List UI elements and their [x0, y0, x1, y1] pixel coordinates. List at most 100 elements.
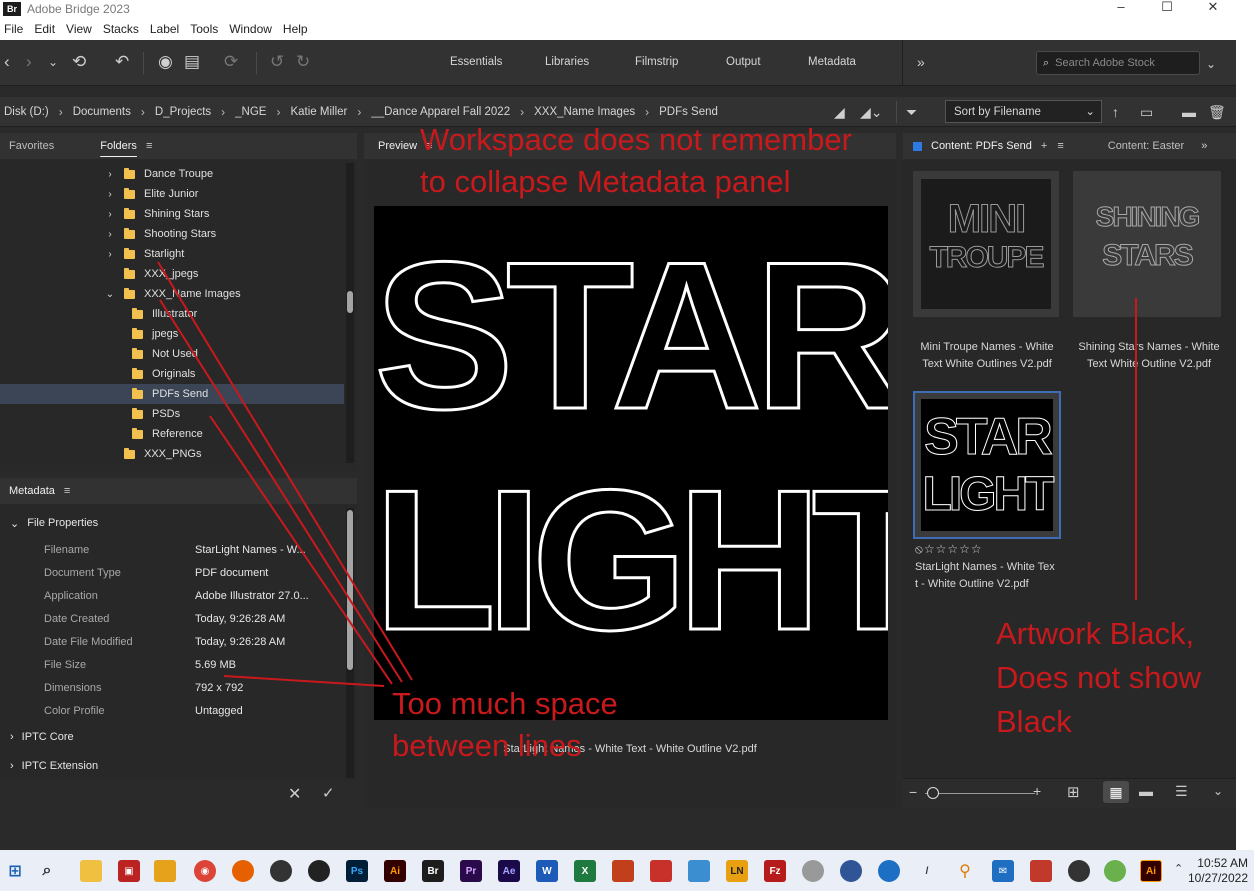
view-list-icon[interactable]: ☰ — [1175, 783, 1188, 800]
refine-icon[interactable]: ▤ — [184, 52, 200, 72]
section-file-properties[interactable]: ⌄ File Properties — [0, 510, 344, 536]
folder-item[interactable]: PDFs Send — [0, 384, 344, 404]
grid-lock-icon[interactable]: ⊞ — [1067, 783, 1080, 801]
folder-item[interactable]: Not Used — [0, 344, 344, 364]
folder-item[interactable]: › Starlight — [0, 244, 344, 264]
folder-item[interactable]: PSDs — [0, 404, 344, 424]
metadata-value[interactable]: Adobe Illustrator 27.0... — [195, 590, 309, 602]
folder-item[interactable]: Originals — [0, 364, 344, 384]
sort-dropdown[interactable]: Sort by Filename ⌄ — [945, 100, 1102, 123]
app-icon[interactable] — [1030, 860, 1052, 882]
new-folder-icon[interactable]: ▬ — [1182, 102, 1196, 122]
chevron-right-icon[interactable]: › — [104, 229, 116, 240]
app-icon[interactable] — [878, 860, 900, 882]
tab-favorites[interactable]: Favorites — [0, 140, 63, 152]
workspace-essentials[interactable]: Essentials — [450, 56, 502, 68]
menu-help[interactable]: Help — [279, 22, 315, 36]
view-thumbnails-icon[interactable]: ▦ — [1103, 781, 1129, 803]
thumbnail-item[interactable]: SHINING STARS — [1073, 171, 1221, 317]
minimize-button[interactable]: – — [1098, 0, 1144, 18]
tab-content-pdfs-send[interactable]: Content: PDFs Send — [922, 140, 1041, 152]
search-dropdown-icon[interactable]: ⌄ — [1206, 54, 1216, 74]
app-icon[interactable] — [612, 860, 634, 882]
menu-file[interactable]: File — [0, 22, 30, 36]
more-workspaces-icon[interactable]: » — [917, 52, 925, 72]
tab-content-easter[interactable]: Content: Easter — [1099, 140, 1193, 152]
chrome-icon[interactable]: ◉ — [194, 860, 216, 882]
panel-menu-icon[interactable]: ≡ — [1057, 140, 1063, 152]
thumbnail-size-slider[interactable] — [925, 793, 1035, 794]
metadata-value[interactable]: Today, 9:26:28 AM — [195, 636, 285, 648]
rating-filter-icon[interactable]: ◢⌄ — [860, 102, 883, 122]
app-icon[interactable] — [308, 860, 330, 882]
app-icon[interactable]: ⚲ — [954, 860, 976, 882]
menu-edit[interactable]: Edit — [30, 22, 62, 36]
breadcrumb-item[interactable]: Documents — [67, 106, 137, 118]
folder-item[interactable]: XXX_jpegs — [0, 264, 344, 284]
filezilla-icon[interactable]: Fz — [764, 860, 786, 882]
menu-window[interactable]: Window — [225, 22, 279, 36]
section-iptc-extension[interactable]: › IPTC Extension — [0, 753, 344, 779]
menu-view[interactable]: View — [62, 22, 99, 36]
app-icon[interactable] — [154, 860, 176, 882]
bridge-taskbar-icon[interactable]: Br — [422, 860, 444, 882]
folder-item[interactable]: ⌄ XXX_Name Images — [0, 284, 344, 304]
chevron-down-icon[interactable]: ⌄ — [104, 289, 116, 300]
folder-item[interactable]: › Elite Junior — [0, 184, 344, 204]
app-icon[interactable]: ▣ — [118, 860, 140, 882]
folder-item[interactable]: Illustrator — [0, 304, 344, 324]
metadata-value[interactable]: StarLight Names - W... — [195, 544, 306, 556]
metadata-value[interactable]: 5.69 MB — [195, 659, 236, 671]
thumbnail-item[interactable]: MINI TROUPE — [913, 171, 1059, 317]
workspace-libraries[interactable]: Libraries — [545, 56, 589, 68]
app-icon[interactable] — [688, 860, 710, 882]
mail-icon[interactable]: ✉ — [992, 860, 1014, 882]
slider-handle[interactable] — [927, 787, 939, 799]
boomerang-icon[interactable]: ↶ — [115, 52, 129, 72]
system-clock[interactable]: 10:52 AM 10/27/2022 — [1188, 856, 1248, 886]
breadcrumb-item[interactable]: D_Projects — [149, 106, 217, 118]
workspace-output[interactable]: Output — [726, 56, 761, 68]
chevron-right-icon[interactable]: › — [104, 169, 116, 180]
folder-item[interactable]: XXX_PNGs — [0, 444, 344, 464]
app-icon[interactable] — [840, 860, 862, 882]
open-in-camera-raw-icon[interactable]: ⟳ — [224, 52, 238, 72]
firefox-icon[interactable] — [232, 860, 254, 882]
recent-history-icon[interactable]: ⟲ — [72, 52, 86, 72]
cancel-icon[interactable]: ✕ — [288, 784, 301, 804]
chevron-right-icon[interactable]: › — [104, 249, 116, 260]
file-explorer-icon[interactable] — [80, 860, 102, 882]
word-icon[interactable]: W — [536, 860, 558, 882]
breadcrumb-item[interactable]: _NGE — [229, 106, 272, 118]
panel-menu-icon[interactable]: ≡ — [146, 140, 152, 152]
menu-stacks[interactable]: Stacks — [99, 22, 146, 36]
forward-icon[interactable]: › — [26, 52, 32, 72]
metadata-value[interactable]: Untagged — [195, 705, 243, 717]
folders-scrollbar[interactable] — [346, 163, 354, 463]
chevron-right-icon[interactable]: › — [104, 189, 116, 200]
panel-menu-icon[interactable]: ≡ — [64, 485, 70, 497]
zoom-in-icon[interactable]: + — [1033, 783, 1041, 799]
premiere-icon[interactable]: Pr — [460, 860, 482, 882]
filter-items-icon[interactable]: ⏷ — [906, 102, 917, 122]
rotate-right-icon[interactable]: ↻ — [296, 52, 310, 72]
app-icon[interactable] — [1068, 860, 1090, 882]
search-icon[interactable]: ⌕ — [36, 860, 58, 882]
apply-check-icon[interactable]: ✓ — [322, 784, 335, 802]
view-options-icon[interactable]: ⌄ — [1213, 784, 1223, 798]
chevron-right-icon[interactable]: › — [104, 209, 116, 220]
start-icon[interactable]: ⊞ — [4, 860, 26, 882]
workspace-filmstrip[interactable]: Filmstrip — [635, 56, 678, 68]
metadata-scroll-thumb[interactable] — [347, 510, 353, 670]
sort-ascending-icon[interactable]: ↑ — [1112, 102, 1119, 122]
folder-item[interactable]: Reference — [0, 424, 344, 444]
photoshop-icon[interactable]: Ps — [346, 860, 368, 882]
workspace-metadata[interactable]: Metadata — [808, 56, 856, 68]
breadcrumb-item[interactable]: Disk (D:) — [0, 106, 55, 118]
folder-item[interactable]: › Shooting Stars — [0, 224, 344, 244]
delete-icon[interactable]: 🗑 — [1208, 102, 1226, 122]
metadata-value[interactable]: 792 x 792 — [195, 682, 243, 694]
menu-tools[interactable]: Tools — [186, 22, 225, 36]
tray-expand-icon[interactable]: ⌃ — [1174, 862, 1183, 875]
history-dropdown-icon[interactable]: ⌄ — [48, 52, 58, 72]
